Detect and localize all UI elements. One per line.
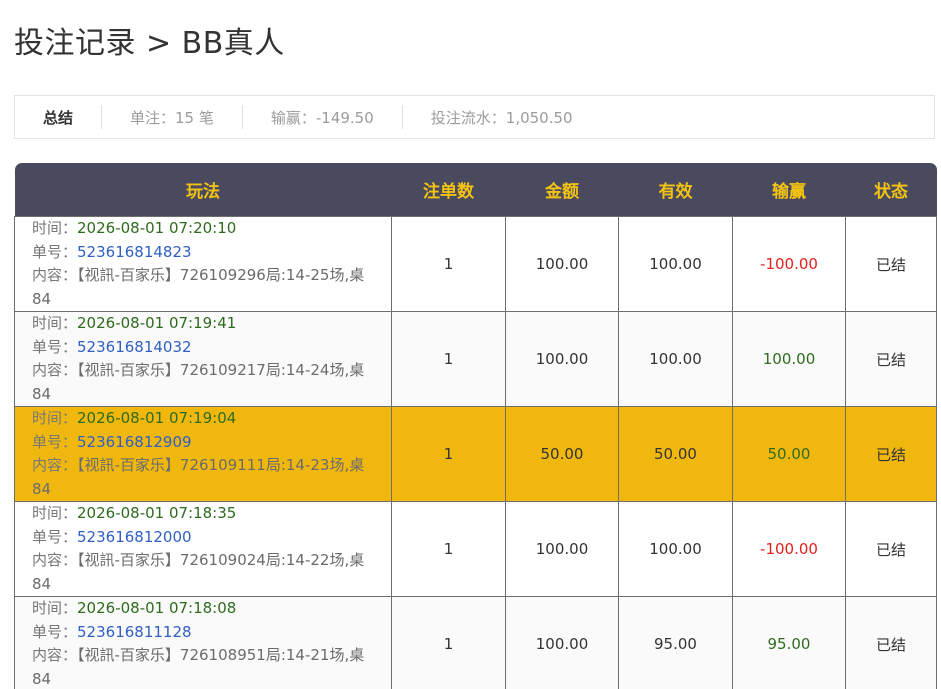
order-number-link[interactable]: 523616814032 (77, 338, 192, 356)
bet-records-page: 投注记录 > BB真人 总结 单注：15 笔 输赢：-149.50 投注流水：1,0… (0, 0, 941, 689)
content-label: 内容： (32, 361, 78, 379)
bet-status: 已结 (845, 216, 937, 312)
bet-status: 已结 (845, 311, 937, 407)
order-label: 单号： (32, 242, 78, 261)
time-label: 时间： (32, 599, 78, 617)
table-row: 时间：2026-08-01 07:20:10 单号：523616814823 内… (14, 216, 937, 312)
summary-bar: 总结 单注：15 笔 输赢：-149.50 投注流水：1,050.50 (14, 95, 935, 139)
time-label: 时间： (32, 314, 78, 332)
bet-records-table-wrapper: 玩法 注单数 金额 有效 输赢 状态 时间：2026-08-01 07:20:1… (14, 163, 937, 689)
content-label: 内容： (32, 266, 78, 284)
column-header-game: 玩法 (14, 163, 392, 217)
column-header-amount: 金额 (505, 163, 619, 217)
bet-content: 【视訊-百家乐】726109217局:14-24场,桌84 (32, 361, 365, 403)
page-title-sub: BB真人 (181, 26, 285, 61)
summary-turnover: 投注流水：1,050.50 (401, 105, 601, 129)
bet-status: 已结 (845, 406, 937, 502)
column-header-count: 注单数 (391, 163, 506, 217)
page-title-main: 投注记录 (14, 26, 136, 61)
bet-info-cell: 时间：2026-08-01 07:19:41 单号：523616814032 内… (14, 311, 392, 407)
bet-content: 【视訊-百家乐】726109024局:14-22场,桌84 (32, 551, 365, 593)
bet-records-table: 玩法 注单数 金额 有效 输赢 状态 时间：2026-08-01 07:20:1… (14, 163, 937, 689)
table-row: 时间：2026-08-01 07:18:08 单号：523616811128 内… (14, 596, 937, 689)
bet-info-cell: 时间：2026-08-01 07:19:04 单号：523616812909 内… (14, 406, 392, 502)
bet-info-cell: 时间：2026-08-01 07:20:10 单号：523616814823 内… (14, 216, 392, 312)
bet-amount: 100.00 (505, 216, 619, 312)
bet-count: 1 (391, 406, 506, 502)
column-header-valid: 有效 (618, 163, 733, 217)
time-label: 时间： (32, 504, 78, 522)
table-header: 玩法 注单数 金额 有效 输赢 状态 (14, 163, 937, 217)
order-number-link[interactable]: 523616814823 (77, 243, 192, 261)
bet-amount: 100.00 (505, 501, 619, 597)
table-body: 时间：2026-08-01 07:20:10 单号：523616814823 内… (14, 216, 937, 689)
bet-amount: 100.00 (505, 311, 619, 407)
bet-winloss: 95.00 (732, 596, 846, 689)
bet-winloss: 50.00 (732, 406, 846, 502)
bet-content: 【视訊-百家乐】726109111局:14-23场,桌84 (32, 456, 365, 498)
bet-time: 2026-08-01 07:19:04 (77, 409, 237, 427)
bet-status: 已结 (845, 596, 937, 689)
order-number-link[interactable]: 523616811128 (77, 623, 192, 641)
breadcrumb-separator: > (146, 26, 172, 61)
order-label: 单号： (32, 337, 78, 356)
bet-status: 已结 (845, 501, 937, 597)
content-label: 内容： (32, 646, 78, 664)
column-header-status: 状态 (845, 163, 937, 217)
bet-valid: 100.00 (618, 501, 733, 597)
bet-count: 1 (391, 596, 506, 689)
order-label: 单号： (32, 432, 78, 451)
bet-valid: 100.00 (618, 216, 733, 312)
order-number-link[interactable]: 523616812909 (77, 433, 192, 451)
column-header-winloss: 输赢 (732, 163, 846, 217)
table-row: 时间：2026-08-01 07:19:41 单号：523616814032 内… (14, 311, 937, 407)
bet-winloss: -100.00 (732, 216, 846, 312)
bet-time: 2026-08-01 07:20:10 (77, 219, 237, 237)
time-label: 时间： (32, 409, 78, 427)
bet-valid: 100.00 (618, 311, 733, 407)
bet-valid: 50.00 (618, 406, 733, 502)
bet-count: 1 (391, 216, 506, 312)
bet-time: 2026-08-01 07:19:41 (77, 314, 237, 332)
bet-info-cell: 时间：2026-08-01 07:18:08 单号：523616811128 内… (14, 596, 392, 689)
bet-count: 1 (391, 311, 506, 407)
time-label: 时间： (32, 219, 78, 237)
bet-content: 【视訊-百家乐】726109296局:14-25场,桌84 (32, 266, 365, 308)
bet-time: 2026-08-01 07:18:35 (77, 504, 237, 522)
bet-count: 1 (391, 501, 506, 597)
table-row: 时间：2026-08-01 07:18:35 单号：523616812000 内… (14, 501, 937, 597)
bet-amount: 100.00 (505, 596, 619, 689)
summary-total-label: 总结 (43, 108, 74, 127)
bet-info-cell: 时间：2026-08-01 07:18:35 单号：523616812000 内… (14, 501, 392, 597)
bet-winloss: -100.00 (732, 501, 846, 597)
bet-valid: 95.00 (618, 596, 733, 689)
bet-amount: 50.00 (505, 406, 619, 502)
order-label: 单号： (32, 622, 78, 641)
bet-winloss: 100.00 (732, 311, 846, 407)
bet-time: 2026-08-01 07:18:08 (77, 599, 237, 617)
bet-content: 【视訊-百家乐】726108951局:14-21场,桌84 (32, 646, 365, 688)
content-label: 内容： (32, 551, 78, 569)
content-label: 内容： (32, 456, 78, 474)
table-row-highlighted: 时间：2026-08-01 07:19:04 单号：523616812909 内… (14, 406, 937, 502)
summary-winloss: 输赢：-149.50 (241, 105, 402, 129)
page-title: 投注记录 > BB真人 (14, 22, 285, 66)
summary-order-count: 单注：15 笔 (101, 105, 242, 129)
order-label: 单号： (32, 527, 78, 546)
order-number-link[interactable]: 523616812000 (77, 528, 192, 546)
